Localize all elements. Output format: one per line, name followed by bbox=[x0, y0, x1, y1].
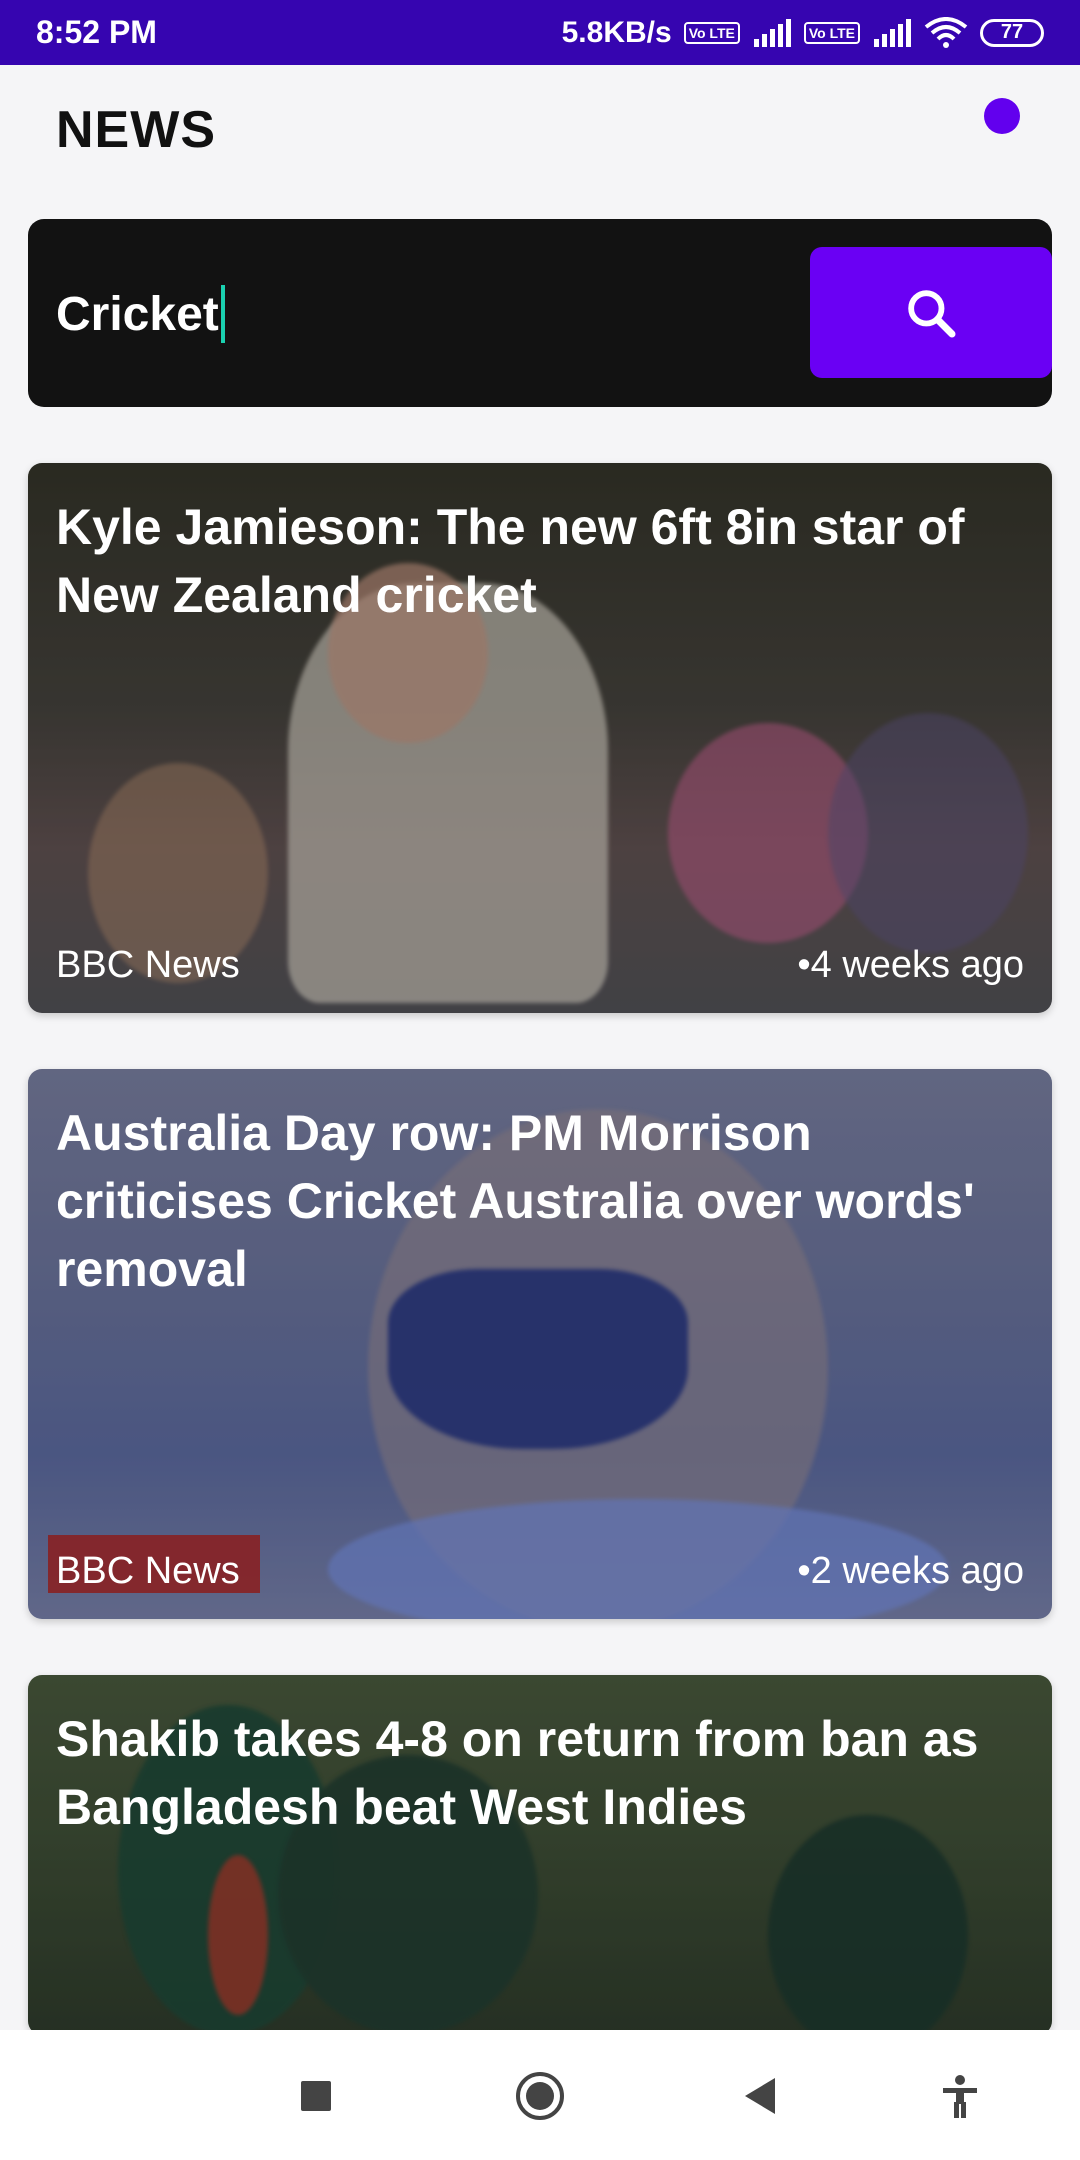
article-card[interactable]: Australia Day row: PM Morrison criticise… bbox=[28, 1069, 1052, 1619]
article-headline: Shakib takes 4-8 on return from ban as B… bbox=[56, 1711, 979, 1835]
article-card[interactable]: Kyle Jamieson: The new 6ft 8in star of N… bbox=[28, 463, 1052, 1013]
article-time: •4 weeks ago bbox=[797, 944, 1024, 986]
signal-icon bbox=[753, 18, 791, 47]
lte-badge-1: Vo LTE bbox=[683, 21, 740, 44]
accessibility-icon[interactable] bbox=[930, 2066, 990, 2126]
article-card[interactable]: Shakib takes 4-8 on return from ban as B… bbox=[28, 1675, 1052, 2035]
status-time: 8:52 PM bbox=[36, 14, 157, 50]
home-circle-icon[interactable] bbox=[510, 2066, 570, 2126]
article-source: BBC News bbox=[56, 944, 240, 986]
back-triangle-icon[interactable] bbox=[730, 2066, 790, 2126]
wifi-icon bbox=[924, 16, 968, 48]
search-input[interactable]: Cricket bbox=[56, 279, 816, 349]
battery-icon: 77 bbox=[980, 18, 1044, 47]
article-time: •2 weeks ago bbox=[797, 1550, 1024, 1592]
article-source: BBC News bbox=[56, 1550, 240, 1592]
search-button[interactable] bbox=[810, 247, 1052, 378]
status-bar: 8:52 PM 5.8KB/s Vo LTE Vo LTE 77 bbox=[0, 0, 1080, 65]
lte-badge-2: Vo LTE bbox=[803, 21, 860, 44]
profile-dot-icon[interactable] bbox=[984, 98, 1020, 134]
text-caret bbox=[220, 285, 225, 343]
page-title: NEWS bbox=[56, 101, 216, 159]
signal-icon-2 bbox=[874, 18, 911, 47]
status-icons: 5.8KB/s Vo LTE Vo LTE 77 bbox=[562, 16, 1044, 50]
network-speed: 5.8KB/s bbox=[561, 15, 672, 49]
search-bar: Cricket bbox=[28, 219, 1052, 407]
search-icon bbox=[908, 289, 956, 337]
search-input-value: Cricket bbox=[56, 287, 219, 341]
article-headline: Australia Day row: PM Morrison criticise… bbox=[56, 1105, 975, 1297]
recents-square-icon[interactable] bbox=[286, 2066, 346, 2126]
system-nav-bar bbox=[0, 2030, 1080, 2160]
article-headline: Kyle Jamieson: The new 6ft 8in star of N… bbox=[56, 499, 965, 623]
